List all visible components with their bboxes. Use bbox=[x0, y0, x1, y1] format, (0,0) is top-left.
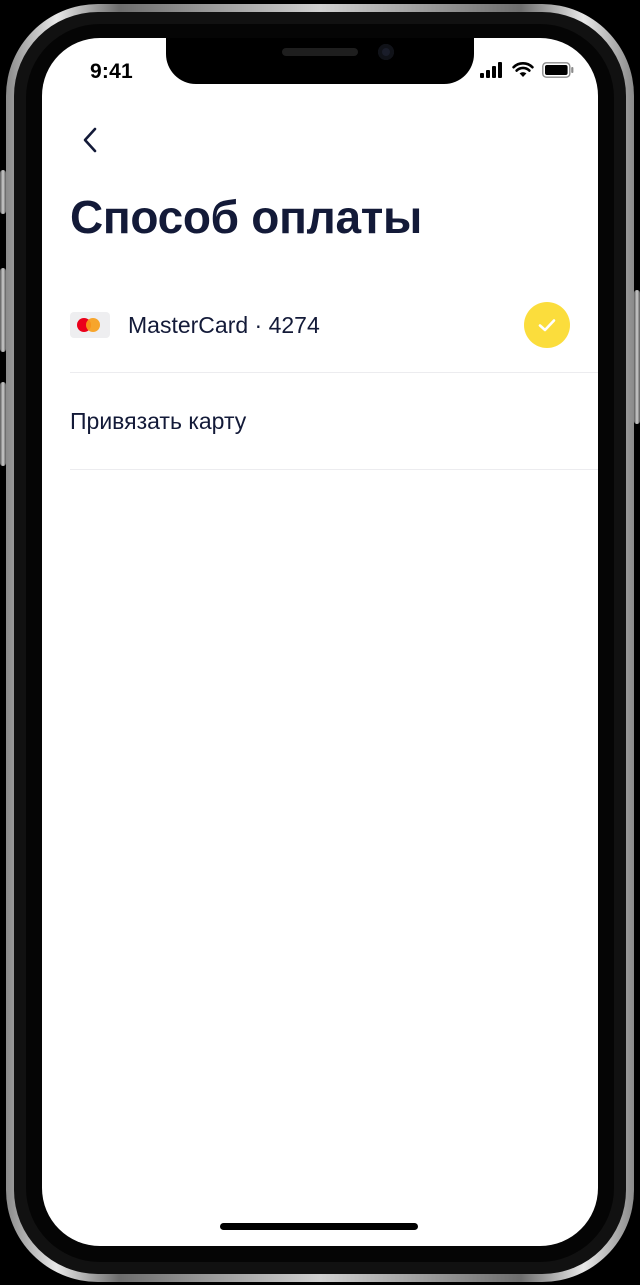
battery-icon bbox=[542, 62, 574, 83]
mastercard-icon bbox=[70, 312, 110, 338]
checkmark-icon bbox=[524, 302, 570, 348]
chevron-left-icon bbox=[82, 127, 98, 158]
speaker-grille bbox=[282, 48, 358, 56]
back-button[interactable] bbox=[72, 124, 108, 160]
notch bbox=[166, 38, 474, 84]
status-time: 9:41 bbox=[90, 60, 133, 83]
side-button-power bbox=[634, 290, 640, 424]
signal-icon bbox=[480, 62, 504, 83]
payment-methods-list: MasterCard · 4274 Привязать карту bbox=[70, 278, 598, 470]
wifi-icon bbox=[512, 62, 534, 83]
link-card-label: Привязать карту bbox=[70, 407, 247, 434]
page-title: Способ оплаты bbox=[70, 191, 422, 243]
link-card-button[interactable]: Привязать карту bbox=[70, 373, 598, 470]
phone-screen: 9:41 Способ оплаты MasterCard · 4274 При… bbox=[42, 38, 598, 1246]
payment-method-label: MasterCard · 4274 bbox=[128, 311, 320, 338]
mastercard-orange-circle bbox=[86, 318, 100, 332]
front-camera bbox=[378, 44, 394, 60]
home-indicator[interactable] bbox=[220, 1223, 418, 1230]
status-icons bbox=[480, 62, 574, 83]
payment-method-mastercard[interactable]: MasterCard · 4274 bbox=[70, 278, 598, 373]
device-mockup: 9:41 Способ оплаты MasterCard · 4274 При… bbox=[0, 0, 640, 1285]
